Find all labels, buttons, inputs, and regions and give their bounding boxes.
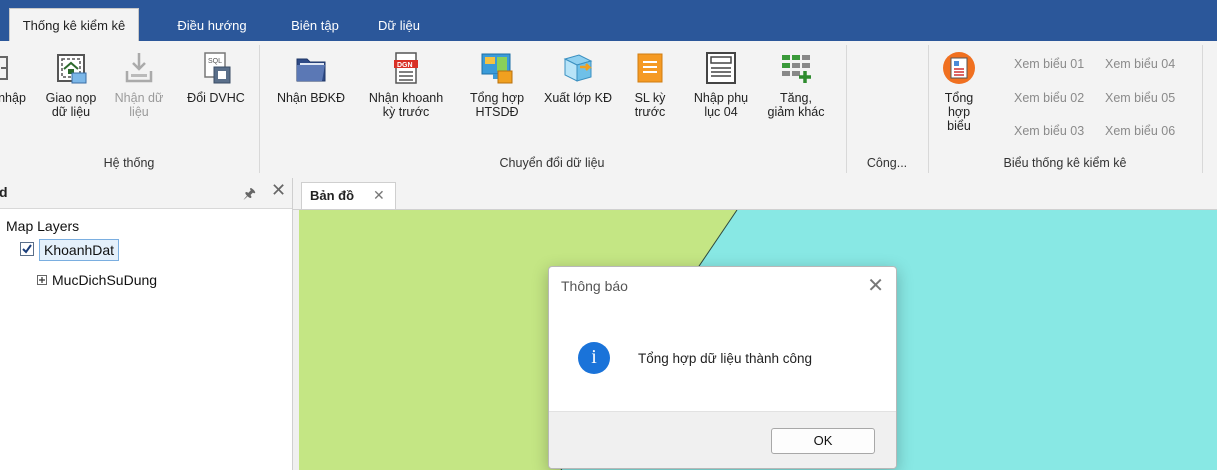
- tree-root-map-layers: Map Layers: [6, 218, 80, 234]
- dialog-title: Thông báo: [561, 278, 628, 294]
- doi-dvhc-button[interactable]: SQL Đổi DVHC: [180, 51, 252, 105]
- tree-layer-khoanhdat[interactable]: KhoanhDat: [39, 239, 120, 261]
- info-icon: i: [578, 342, 610, 374]
- doi-dvhc-label: Đổi DVHC: [187, 91, 245, 105]
- pin-icon[interactable]: 🖈︎: [243, 183, 256, 207]
- tong-hop-bieu-label: Tổng hợp biểu: [944, 91, 974, 133]
- layers-panel-header: d 🖈︎ ✕: [0, 178, 292, 209]
- xem-bieu-05-link[interactable]: Xem biểu 05: [1105, 91, 1175, 105]
- dgn-file-icon: DGN: [389, 51, 423, 85]
- xem-bieu-06-link[interactable]: Xem biểu 06: [1105, 124, 1175, 138]
- tong-hop-htsdd-button[interactable]: Tổng hợp HTSDĐ: [461, 51, 533, 119]
- layer-checkbox[interactable]: [20, 242, 34, 256]
- layers-panel: d 🖈︎ ✕ Map Layers KhoanhDat MucDichSuDun…: [0, 178, 293, 470]
- receive-data-icon: [122, 51, 156, 85]
- import-icon: [0, 51, 29, 85]
- map-summary-icon: [480, 51, 514, 85]
- tree-child-mucdichsudung[interactable]: MucDichSuDung: [52, 272, 157, 288]
- tang-giam-khac-button[interactable]: Tăng, giảm khác: [758, 51, 834, 119]
- ribbon-tab-bar: Thống kê kiểm kê Điều hướng Biên tập Dữ …: [0, 0, 1217, 42]
- ok-button[interactable]: OK: [771, 428, 875, 454]
- xem-bieu-03-link[interactable]: Xem biểu 03: [1014, 124, 1084, 138]
- sl-ky-truoc-button[interactable]: SL kỳ trước: [626, 51, 674, 119]
- group-chuyen-doi-label: Chuyển đổi dữ liệu: [499, 156, 605, 170]
- close-icon[interactable]: ✕: [271, 180, 286, 201]
- tab-bien-tap[interactable]: Biên tập: [279, 10, 351, 41]
- nhan-bdkd-label: Nhận BĐKĐ: [276, 91, 346, 105]
- xuat-lop-kd-label: Xuất lớp KĐ: [544, 91, 612, 105]
- sql-convert-icon: SQL: [199, 51, 233, 85]
- xem-bieu-02-link[interactable]: Xem biểu 02: [1014, 91, 1084, 105]
- submit-data-icon: [54, 51, 88, 85]
- dialog-message: Tổng hợp dữ liệu thành công: [638, 351, 813, 366]
- dialog-close-icon[interactable]: ✕: [867, 273, 884, 298]
- group-bieu-label: Biểu thống kê kiểm kê: [1003, 156, 1127, 170]
- sl-ky-truoc-label: SL kỳ trước: [634, 91, 666, 119]
- giao-nop-du-lieu-label: Giao nọp dữ liệu: [45, 91, 97, 119]
- nhan-du-lieu-label: Nhận dữ liệu: [114, 91, 164, 119]
- dialog-body: i Tổng hợp dữ liệu thành công: [549, 307, 896, 411]
- tab-dieu-huong[interactable]: Điều hướng: [160, 10, 264, 41]
- message-dialog: Thông báo ✕ i Tổng hợp dữ liệu thành côn…: [548, 266, 897, 469]
- report-icon: [942, 51, 976, 85]
- dialog-footer: OK: [549, 411, 896, 468]
- xem-bieu-04-link[interactable]: Xem biểu 04: [1105, 57, 1175, 71]
- ribbon: nhập Giao nọp dữ liệu Nhận dữ liệu SQL Đ…: [0, 41, 1217, 179]
- list-doc-icon: [633, 51, 667, 85]
- expand-icon[interactable]: [37, 275, 47, 285]
- tab-ban-do[interactable]: Bản đồ ✕: [301, 182, 396, 209]
- nhap-phu-luc-04-label: Nhập phụ lục 04: [693, 91, 749, 119]
- document-tab-bar: Bản đồ ✕: [293, 178, 1217, 210]
- nhan-bdkd-button[interactable]: Nhận BĐKĐ: [270, 51, 352, 105]
- import-label: nhập: [0, 91, 26, 105]
- tab-thong-ke-kiem-ke[interactable]: Thống kê kiểm kê: [9, 8, 139, 42]
- nhan-du-lieu-button[interactable]: Nhận dữ liệu: [109, 51, 169, 119]
- nhan-khoanh-ky-truoc-button[interactable]: DGN Nhận khoanh kỳ trước: [361, 51, 451, 119]
- group-he-thong-label: Hệ thống: [103, 156, 155, 170]
- xuat-lop-kd-button[interactable]: Xuất lớp KĐ: [536, 51, 620, 105]
- svg-text:DGN: DGN: [397, 62, 413, 69]
- close-tab-icon[interactable]: ✕: [373, 187, 385, 204]
- grid-plus-icon: [779, 51, 813, 85]
- nhap-phu-luc-04-button[interactable]: Nhập phụ lục 04: [686, 51, 756, 119]
- svg-text:SQL: SQL: [208, 58, 222, 65]
- form-doc-icon: [704, 51, 738, 85]
- group-cong-label[interactable]: Công...: [847, 153, 927, 173]
- tab-ban-do-label: Bản đồ: [310, 188, 355, 203]
- nhan-khoanh-ky-truoc-label: Nhận khoanh kỳ trước: [368, 91, 444, 119]
- tab-du-lieu[interactable]: Dữ liệu: [369, 10, 429, 41]
- xem-bieu-01-link[interactable]: Xem biểu 01: [1014, 57, 1084, 71]
- folder-map-icon: [294, 51, 328, 85]
- import-button[interactable]: nhập: [0, 51, 30, 105]
- panel-title: d: [0, 184, 8, 200]
- tong-hop-htsdd-label: Tổng hợp HTSDĐ: [469, 91, 525, 119]
- export-layer-icon: [561, 51, 595, 85]
- giao-nop-du-lieu-button[interactable]: Giao nọp dữ liệu: [36, 51, 106, 119]
- tong-hop-bieu-button[interactable]: Tổng hợp biểu: [934, 51, 984, 133]
- group-separator: [1202, 45, 1203, 173]
- tang-giam-khac-label: Tăng, giảm khác: [767, 91, 825, 119]
